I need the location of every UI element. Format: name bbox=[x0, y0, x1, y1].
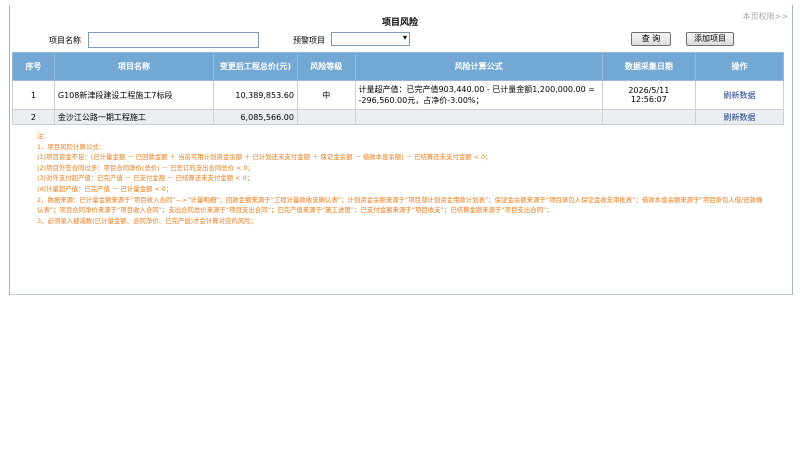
table-row: 1 G108新津段建设工程施工7标段 10,389,853.60 中 计量超产值… bbox=[12, 80, 785, 110]
row-project-name: 金沙江公路一期工程施工 bbox=[53, 109, 215, 125]
row-time: 12:56:07 bbox=[630, 95, 667, 104]
row-date-cell bbox=[601, 109, 696, 125]
note-line: 1、项目风险计算公式： bbox=[37, 142, 105, 151]
row-action-cell: 刷新数据 bbox=[694, 109, 785, 125]
row-formula bbox=[354, 109, 603, 125]
column-header-name: 项目名称 bbox=[53, 52, 215, 81]
column-header-date: 数据采集日期 bbox=[601, 52, 696, 81]
notes-section: 注： 1、项目风险计算公式： (1)项目资金不足：(已计量金额 － 已回款金额 … bbox=[37, 131, 767, 226]
row-index: 1 bbox=[12, 80, 55, 110]
row-total: 6,085,566.00 bbox=[213, 109, 298, 125]
refresh-data-link[interactable]: 刷新数据 bbox=[723, 91, 755, 100]
row-date-cell: 2026/5/11 12:56:07 bbox=[601, 80, 696, 110]
note-line: (4)计量超产值：已完产值 － 已计量金额 < 0； bbox=[37, 184, 173, 193]
row-action-cell: 刷新数据 bbox=[694, 80, 785, 110]
column-header-total: 变更后工程总价(元) bbox=[213, 52, 298, 81]
warning-project-select[interactable]: ▾ bbox=[331, 32, 410, 46]
column-header-action: 操作 bbox=[694, 52, 785, 81]
column-header-index: 序号 bbox=[12, 52, 55, 81]
note-line: (2)项目外签合同过多：项目合同净价(总价) － 已签订的支出合同总价 < 0； bbox=[37, 163, 254, 172]
project-name-input[interactable] bbox=[88, 32, 259, 48]
note-line: (3)对外支付超产值：已完产值 － 已支付金额 － 已结算还未支付金额 < 0； bbox=[37, 174, 253, 183]
search-bar: 项目名称 预警项目 ▾ 查 询 添加项目 bbox=[0, 32, 800, 48]
risk-table: 序号 项目名称 变更后工程总价(元) 风险等级 风险计算公式 数据采集日期 操作… bbox=[12, 52, 785, 125]
query-button[interactable]: 查 询 bbox=[631, 32, 671, 46]
page-title: 项目风险 bbox=[381, 18, 418, 28]
notes-heading: 注： bbox=[37, 132, 50, 140]
note-line: 3、必须录入被减数(已计量金额、合同净价、已完产值)才会计算对应的风险； bbox=[37, 216, 257, 225]
note-line: 2、数据来源：已计量金额来源于“项目收入合同”—>“计量明细”；回款金额来源于“… bbox=[37, 195, 763, 215]
note-line: (1)项目资金不足：(已计量金额 － 已回款金额 ＋ 当前可用计划资金余额 ＋ … bbox=[37, 153, 492, 162]
table-header-row: 序号 项目名称 变更后工程总价(元) 风险等级 风险计算公式 数据采集日期 操作 bbox=[12, 52, 785, 81]
project-name-label: 项目名称 bbox=[49, 36, 81, 45]
table-row: 2 金沙江公路一期工程施工 6,085,566.00 刷新数据 bbox=[12, 109, 785, 125]
column-header-formula: 风险计算公式 bbox=[354, 52, 603, 81]
row-date: 2026/5/11 bbox=[628, 86, 670, 95]
refresh-data-link[interactable]: 刷新数据 bbox=[723, 113, 755, 122]
row-risk-level: 中 bbox=[296, 80, 356, 110]
add-project-button[interactable]: 添加项目 bbox=[686, 32, 734, 46]
row-risk-level bbox=[296, 109, 356, 125]
warning-project-label: 预警项目 bbox=[293, 36, 325, 45]
column-header-level: 风险等级 bbox=[296, 52, 356, 81]
row-index: 2 bbox=[12, 109, 55, 125]
row-total: 10,389,853.60 bbox=[213, 80, 298, 110]
chevron-down-icon: ▾ bbox=[402, 33, 407, 42]
row-formula: 计量超产值：已完产值903,440.00 - 已计量金额1,200,000.00… bbox=[354, 80, 603, 110]
row-project-name: G108新津段建设工程施工7标段 bbox=[53, 80, 215, 110]
